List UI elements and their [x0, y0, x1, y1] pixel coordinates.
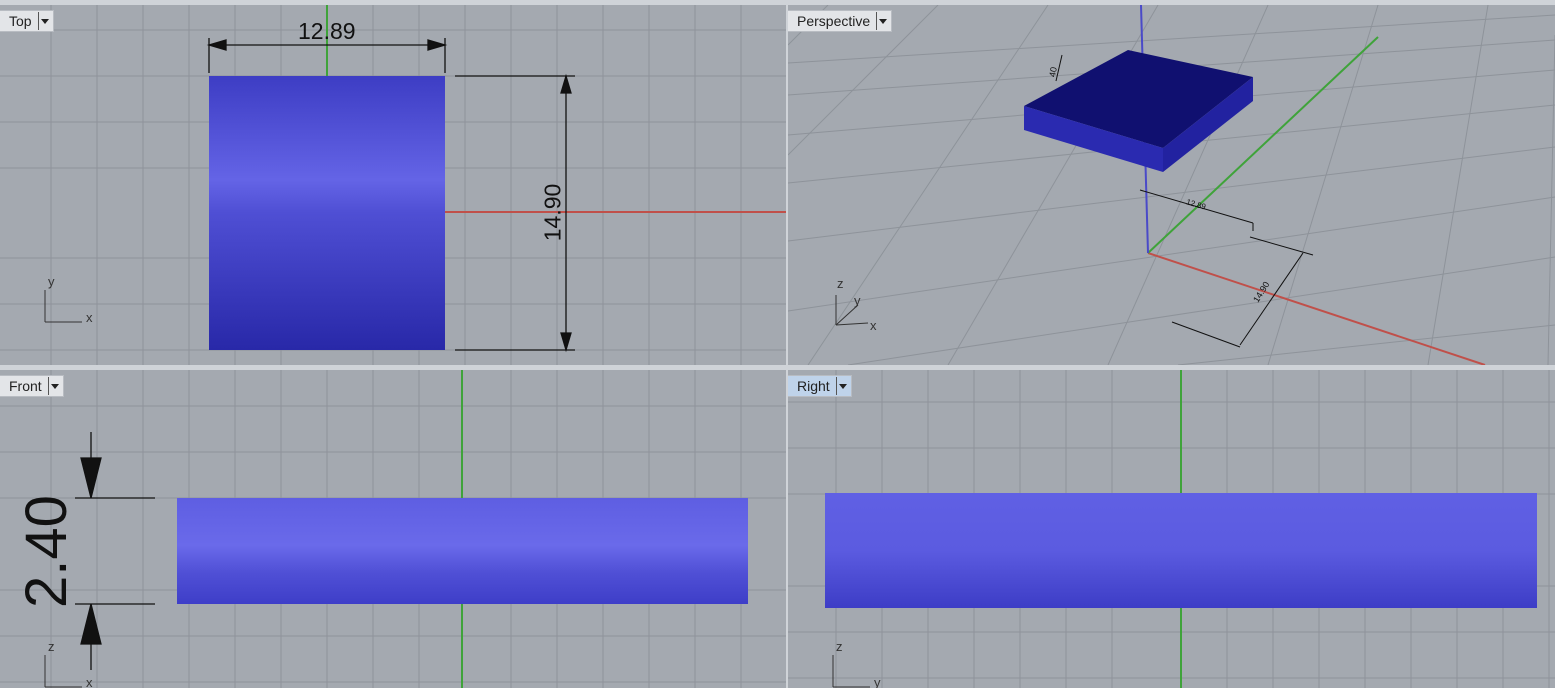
- axis-label-x: x: [86, 675, 93, 688]
- axis-label-x: x: [870, 318, 877, 333]
- world-axes-icon: [832, 655, 870, 688]
- viewport-title: Front: [9, 378, 42, 394]
- thickness-dim-label: 40: [1047, 66, 1059, 78]
- viewport-tab-perspective[interactable]: Perspective: [788, 10, 893, 32]
- width-dim-label: 12.89: [298, 18, 356, 44]
- perspective-grid: [788, 5, 1555, 365]
- box-front-face[interactable]: [177, 498, 748, 604]
- viewport-top[interactable]: Top 12.89 14.90 x y: [0, 5, 786, 365]
- viewport-perspective[interactable]: Perspective 40 12.89 14.90 x y z: [788, 5, 1555, 365]
- axis-label-z: z: [48, 639, 55, 654]
- axis-label-y: y: [854, 293, 861, 308]
- axis-label-y: y: [874, 675, 881, 688]
- axis-label-z: z: [836, 639, 843, 654]
- front-viewport-canvas[interactable]: [0, 370, 786, 688]
- viewport-front[interactable]: Front 2.40 x z: [0, 370, 786, 688]
- axis-label-y: y: [48, 274, 55, 289]
- viewport-menu-icon[interactable]: [876, 12, 889, 30]
- thickness-dim-label: 2.40: [13, 495, 79, 608]
- viewport-title: Right: [797, 378, 830, 394]
- viewport-tab-top[interactable]: Top: [0, 10, 54, 32]
- box-top-face[interactable]: [209, 76, 445, 350]
- axis-label-z: z: [837, 276, 844, 291]
- viewport-tab-right[interactable]: Right: [788, 375, 852, 397]
- viewport-title: Perspective: [797, 13, 871, 29]
- viewport-menu-icon[interactable]: [47, 377, 61, 395]
- top-viewport-canvas[interactable]: [0, 5, 786, 365]
- height-dim-label: 14.90: [539, 183, 566, 242]
- x-axis-line: [1147, 252, 1486, 365]
- perspective-viewport-canvas[interactable]: [788, 5, 1555, 365]
- viewport-title: Top: [9, 13, 32, 29]
- viewport-menu-icon[interactable]: [37, 12, 51, 30]
- box-right-face[interactable]: [825, 493, 1537, 608]
- viewport-tab-front[interactable]: Front: [0, 375, 64, 397]
- axis-label-x: x: [86, 310, 93, 325]
- viewport-menu-icon[interactable]: [835, 377, 849, 395]
- right-viewport-canvas[interactable]: [788, 370, 1555, 688]
- viewport-right[interactable]: Right y z: [788, 370, 1555, 688]
